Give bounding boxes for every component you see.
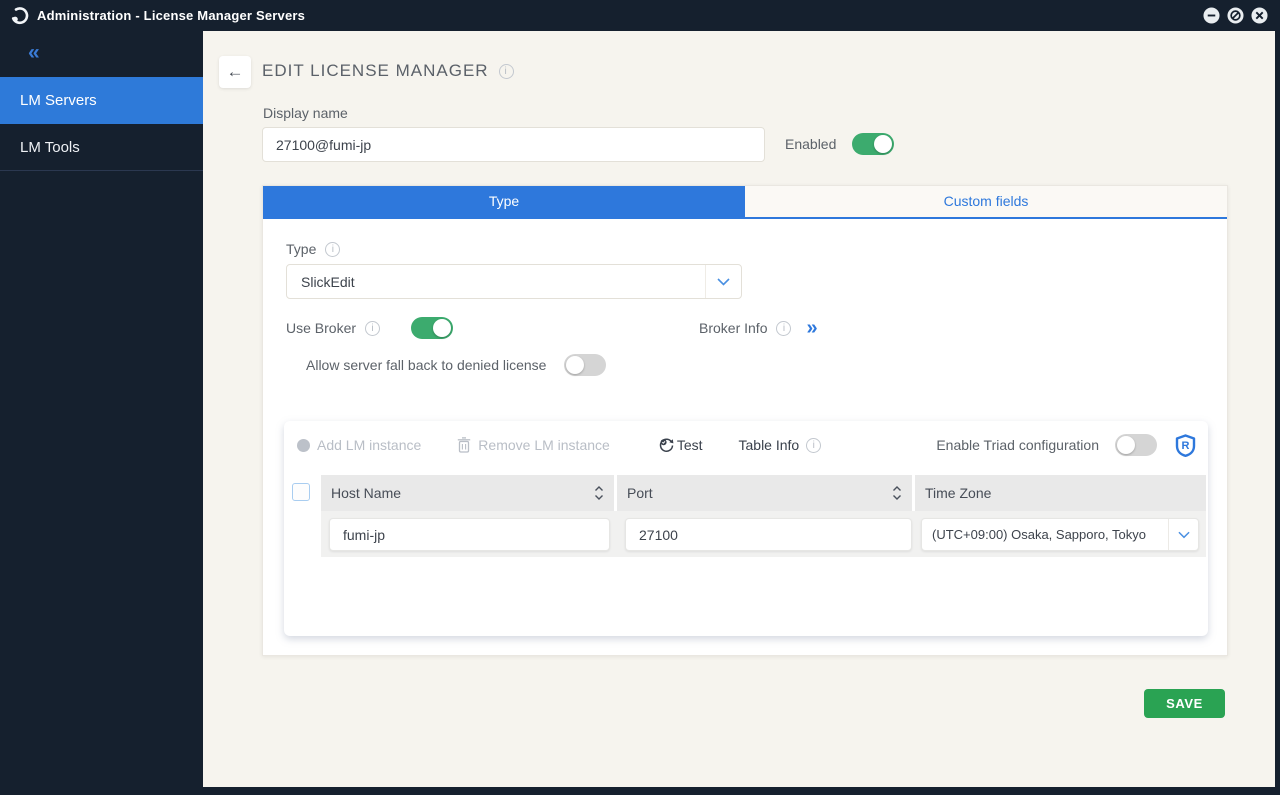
trash-icon [457, 437, 471, 453]
window-title: Administration - License Manager Servers [37, 8, 305, 23]
display-name-value: 27100@fumi-jp [276, 137, 371, 153]
use-broker-info-icon[interactable]: i [365, 321, 380, 336]
select-all-checkbox[interactable] [292, 483, 310, 501]
block-icon[interactable] [1227, 7, 1244, 24]
add-lm-instance-label: Add LM instance [317, 437, 421, 453]
column-header-port[interactable]: Port [617, 475, 912, 511]
main-content: ← EDIT LICENSE MANAGER i Display name 27… [203, 31, 1275, 787]
type-label-row: Type i [286, 241, 340, 257]
column-label: Host Name [331, 485, 594, 501]
enabled-row: Enabled [785, 133, 894, 155]
fallback-label: Allow server fall back to denied license [306, 357, 546, 373]
chevron-down-icon [705, 265, 741, 298]
test-button[interactable]: Test [658, 437, 703, 454]
display-name-label: Display name [263, 105, 348, 121]
broker-info-label: Broker Info [699, 320, 767, 336]
titlebar: Administration - License Manager Servers [0, 0, 1280, 31]
page-title: EDIT LICENSE MANAGER i [262, 61, 514, 81]
display-name-field[interactable]: 27100@fumi-jp [262, 127, 765, 162]
type-dropdown[interactable]: SlickEdit [286, 264, 742, 299]
close-icon[interactable] [1251, 7, 1268, 24]
tab-label: Type [489, 193, 519, 209]
column-header-time-zone[interactable]: Time Zone [915, 475, 1206, 511]
triad-toggle[interactable] [1115, 434, 1157, 456]
sidebar-item-label: LM Tools [20, 139, 80, 156]
sidebar-collapse-icon[interactable]: « [0, 31, 203, 77]
sort-icon[interactable] [594, 486, 604, 500]
robot-shield-icon[interactable]: R [1175, 434, 1196, 457]
app-logo-icon [10, 6, 30, 26]
column-label: Port [627, 485, 892, 501]
sidebar: « LM Servers LM Tools [0, 31, 203, 795]
column-header-host-name[interactable]: Host Name [321, 475, 614, 511]
broker-info-info-icon[interactable]: i [776, 321, 791, 336]
table-toolbar: Add LM instance Remove LM instance [284, 431, 1208, 459]
back-button[interactable]: ← [219, 56, 251, 88]
tab-type[interactable]: Type [263, 186, 745, 217]
page-title-text: EDIT LICENSE MANAGER [262, 61, 489, 81]
fallback-toggle[interactable] [564, 354, 606, 376]
host-name-value: fumi-jp [343, 527, 385, 543]
time-zone-dropdown[interactable]: (UTC+09:00) Osaka, Sapporo, Tokyo [921, 518, 1199, 551]
enabled-label: Enabled [785, 136, 836, 152]
window-controls [1203, 7, 1268, 24]
test-label: Test [677, 437, 703, 453]
sidebar-item-lm-tools[interactable]: LM Tools [0, 124, 203, 171]
time-zone-value: (UTC+09:00) Osaka, Sapporo, Tokyo [922, 527, 1168, 542]
use-broker-label: Use Broker [286, 320, 356, 336]
port-field[interactable]: 27100 [625, 518, 912, 551]
column-label: Time Zone [925, 485, 1196, 501]
host-name-field[interactable]: fumi-jp [329, 518, 610, 551]
lm-instances-panel: Add LM instance Remove LM instance [284, 421, 1208, 636]
triad-label: Enable Triad configuration [936, 437, 1099, 453]
triad-group: Enable Triad configuration [936, 434, 1157, 456]
enabled-toggle[interactable] [852, 133, 894, 155]
table-header: Host Name Port Time Zone [321, 475, 1206, 511]
use-broker-toggle[interactable] [411, 317, 453, 339]
type-label: Type [286, 241, 316, 257]
edit-card: Type Custom fields Type i SlickEdit Use … [262, 185, 1228, 656]
tab-custom-fields[interactable]: Custom fields [745, 186, 1227, 217]
sidebar-item-lm-servers[interactable]: LM Servers [0, 77, 203, 124]
broker-row: Use Broker i Broker Info i » [286, 316, 1206, 340]
sort-icon[interactable] [892, 486, 902, 500]
table-info-info-icon[interactable]: i [806, 438, 821, 453]
use-broker-group: Use Broker i [286, 317, 453, 339]
save-button[interactable]: SAVE [1144, 689, 1225, 718]
minimize-icon[interactable] [1203, 7, 1220, 24]
svg-text:R: R [1182, 440, 1190, 452]
fallback-row: Allow server fall back to denied license [306, 354, 606, 376]
broker-info-expand-icon[interactable]: » [806, 318, 817, 338]
table-info-label: Table Info [739, 437, 800, 453]
test-icon [658, 437, 675, 454]
tab-label: Custom fields [944, 193, 1029, 209]
broker-info-group: Broker Info i » [699, 318, 818, 338]
tab-bar: Type Custom fields [263, 186, 1227, 219]
type-info-icon[interactable]: i [325, 242, 340, 257]
table-info-button[interactable]: Table Info i [739, 437, 822, 453]
type-dropdown-value: SlickEdit [287, 274, 705, 290]
port-value: 27100 [639, 527, 678, 543]
remove-lm-instance-label: Remove LM instance [478, 437, 610, 453]
page-title-info-icon[interactable]: i [499, 64, 514, 79]
sidebar-item-label: LM Servers [20, 92, 97, 109]
add-lm-instance-button[interactable]: Add LM instance [297, 437, 421, 453]
add-icon [297, 439, 310, 452]
remove-lm-instance-button[interactable]: Remove LM instance [457, 437, 610, 453]
chevron-down-icon [1168, 519, 1198, 550]
